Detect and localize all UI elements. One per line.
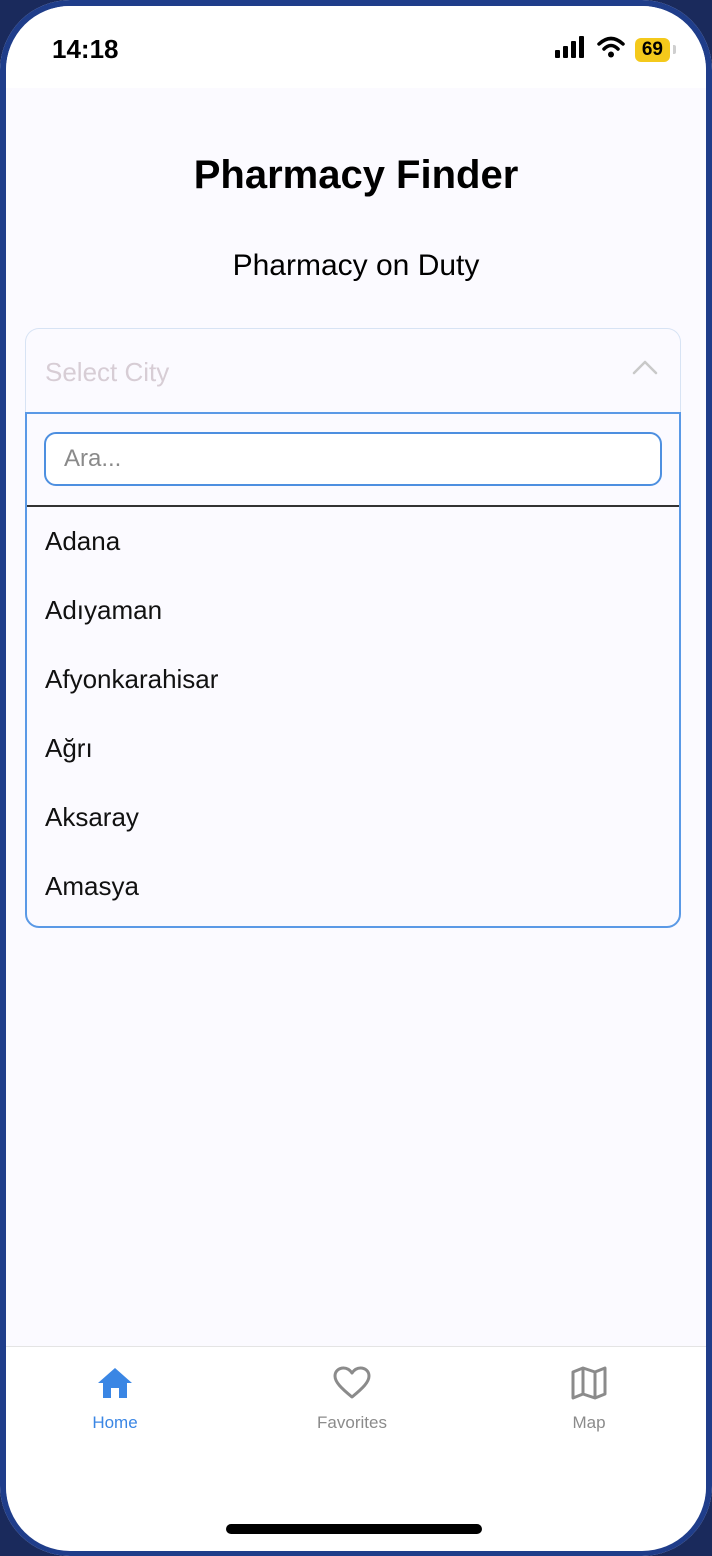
battery-icon: 69	[634, 37, 677, 62]
list-item[interactable]: Aksaray	[27, 783, 679, 852]
tab-bar: Home Favorites Map	[6, 1346, 706, 1551]
list-item[interactable]: Adana	[27, 507, 679, 576]
map-icon	[571, 1366, 607, 1405]
status-bar: 14:18 69	[6, 6, 706, 88]
home-icon	[97, 1367, 133, 1404]
list-item[interactable]: Ağrı	[27, 714, 679, 783]
page-title: Pharmacy Finder	[193, 153, 519, 197]
city-dropdown: Adana Adıyaman Afyonkarahisar Ağrı Aksar…	[25, 412, 681, 928]
city-select-placeholder: Select City	[45, 357, 170, 387]
page-subtitle: Pharmacy on Duty	[232, 249, 480, 282]
tab-map-label: Map	[572, 1413, 606, 1432]
list-item[interactable]: Adıyaman	[27, 576, 679, 645]
city-select[interactable]: Select City	[25, 328, 681, 412]
tab-favorites-label: Favorites	[317, 1413, 387, 1432]
city-search-input[interactable]	[44, 432, 662, 486]
chevron-up-icon[interactable]	[632, 359, 658, 380]
tab-map[interactable]: Map	[509, 1365, 669, 1433]
home-indicator[interactable]	[226, 1524, 482, 1534]
wifi-icon	[597, 36, 625, 63]
tab-favorites[interactable]: Favorites	[272, 1365, 432, 1433]
system-icons: 69	[554, 36, 677, 63]
status-time: 14:18	[52, 34, 119, 64]
tab-home[interactable]: Home	[35, 1365, 195, 1433]
list-item[interactable]: Amasya	[27, 852, 679, 921]
signal-icon	[554, 36, 587, 63]
dropdown-search-area	[27, 414, 679, 507]
heart-icon	[333, 1366, 371, 1405]
phone-screen: 14:18 69 Pharmacy Finder Pharmacy on Dut…	[0, 0, 712, 1556]
tab-home-label: Home	[92, 1413, 138, 1432]
list-item[interactable]: Afyonkarahisar	[27, 645, 679, 714]
city-list: Adana Adıyaman Afyonkarahisar Ağrı Aksar…	[27, 507, 679, 921]
